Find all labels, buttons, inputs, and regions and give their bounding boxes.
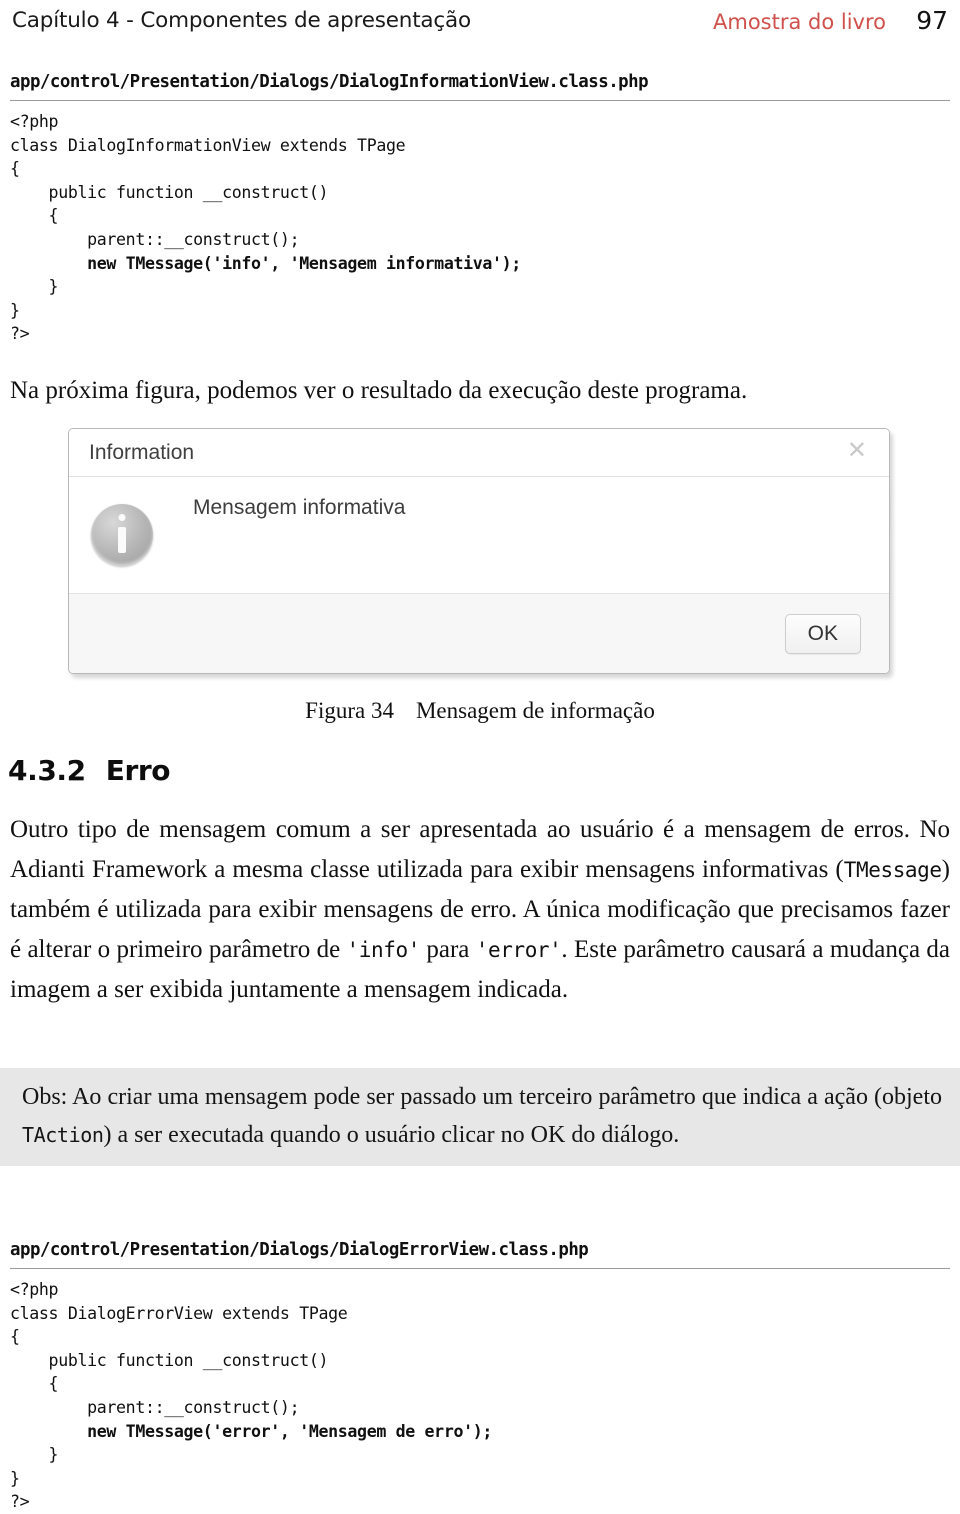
figure-caption-label: Figura 34	[305, 698, 394, 723]
section-title: Erro	[105, 754, 171, 787]
figure-image-34: Information ✕ Mensagem informativa OK	[66, 424, 894, 680]
code-file-name-2: app/control/Presentation/Dialogs/DialogE…	[10, 1240, 589, 1260]
close-icon[interactable]: ✕	[841, 438, 873, 467]
dialog-message: Mensagem informativa	[193, 496, 406, 519]
page-number: 97	[916, 5, 948, 35]
observation-text: Obs: Ao criar uma mensagem pode ser pass…	[22, 1078, 942, 1154]
sample-watermark-label: Amostra do livro	[713, 9, 886, 34]
inline-code-info: 'info'	[346, 938, 421, 962]
page-running-header: Capítulo 4 - Componentes de apresentação…	[12, 2, 948, 38]
code-rule-top-2	[10, 1268, 950, 1269]
chapter-title: Capítulo 4 - Componentes de apresentação	[12, 7, 471, 33]
dialog-footer: OK	[69, 593, 889, 673]
intro-paragraph: Na próxima figura, podemos ver o resulta…	[10, 377, 748, 404]
info-icon	[91, 504, 153, 566]
inline-code-taction: TAction	[22, 1123, 104, 1147]
body-text-part-1: Outro tipo de mensagem comum a ser apres…	[10, 816, 950, 883]
information-dialog: Information ✕ Mensagem informativa OK	[68, 428, 890, 674]
body-paragraph: Outro tipo de mensagem comum a ser apres…	[10, 810, 950, 1010]
inline-code-error: 'error'	[475, 938, 562, 962]
section-heading-4-3-2: 4.3.2 Erro	[8, 754, 171, 787]
code-2-plain-head: <?php class DialogErrorView extends TPag…	[10, 1280, 348, 1417]
obs-text-part-1: Obs: Ao criar uma mensagem pode ser pass…	[22, 1084, 942, 1110]
code-rule-top-1	[10, 100, 950, 101]
header-right-group: Amostra do livro 97	[713, 6, 948, 35]
ok-button[interactable]: OK	[784, 613, 861, 654]
dialog-body: Mensagem informativa	[69, 478, 889, 591]
dialog-title: Information	[89, 440, 195, 464]
dialog-titlebar: Information ✕	[69, 429, 889, 477]
code-1-plain-head: <?php class DialogInformationView extend…	[10, 112, 406, 249]
code-1-plain-tail: } } ?>	[10, 277, 59, 344]
code-file-name-1: app/control/Presentation/Dialogs/DialogI…	[10, 72, 649, 92]
figure-caption-text: Mensagem de informação	[415, 698, 655, 723]
figure-caption-34: Figura 34 Mensagem de informação	[0, 698, 960, 724]
obs-text-part-2: ) a ser executada quando o usuário clica…	[103, 1122, 680, 1148]
code-block-1: <?php class DialogInformationView extend…	[10, 110, 521, 346]
body-text-part-3: para	[420, 936, 476, 963]
code-block-2: <?php class DialogErrorView extends TPag…	[10, 1278, 492, 1514]
section-number: 4.3.2	[8, 754, 86, 787]
code-1-highlight: new TMessage('info', 'Mensagem informati…	[87, 253, 521, 273]
code-2-plain-tail: } } ?>	[10, 1445, 59, 1512]
code-2-highlight: new TMessage('error', 'Mensagem de erro'…	[87, 1421, 493, 1441]
inline-code-tmessage: TMessage	[843, 858, 942, 882]
